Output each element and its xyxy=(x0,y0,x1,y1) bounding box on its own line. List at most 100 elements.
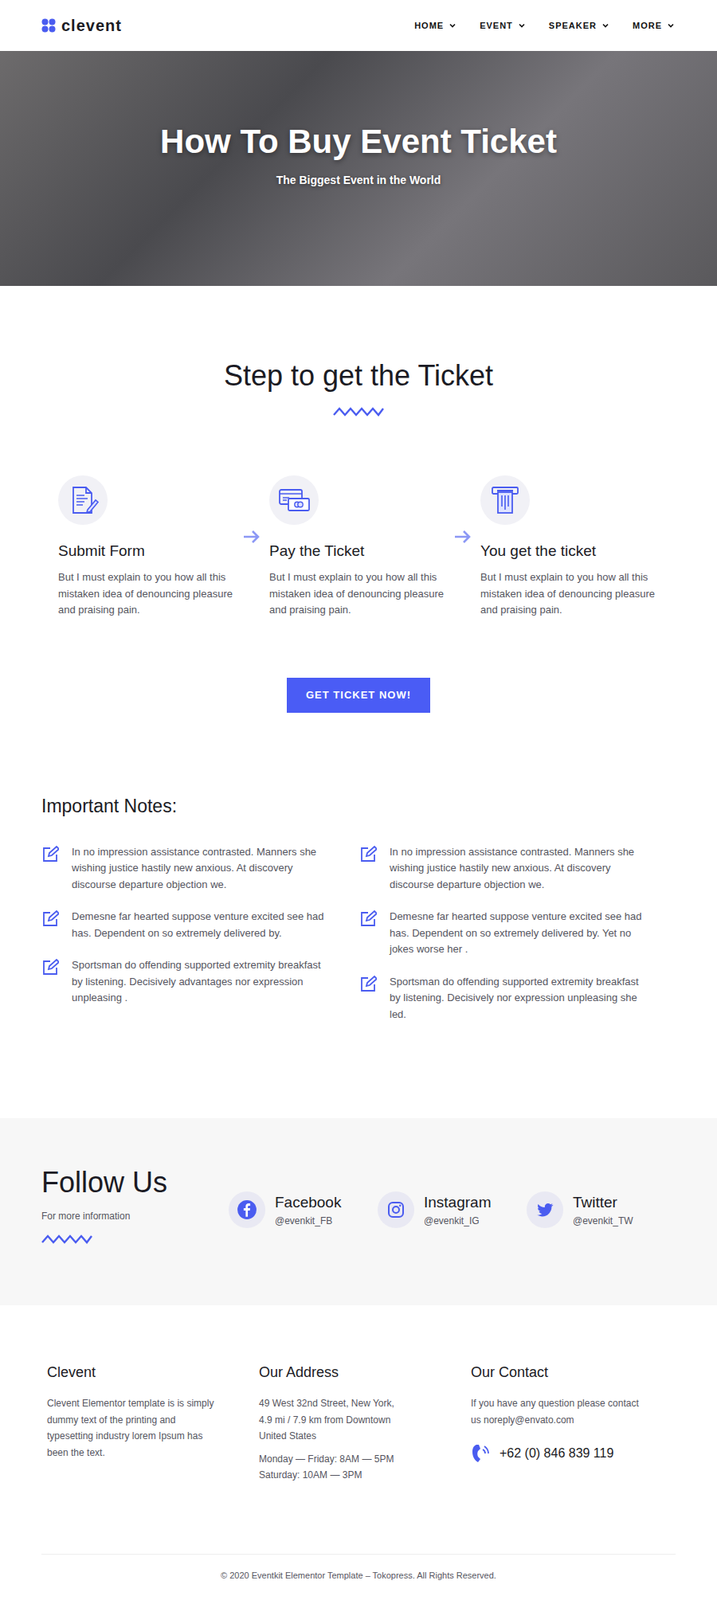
hours-line: Monday — Friday: 8AM — 5PM xyxy=(258,1451,471,1469)
footer-heading: Our Contact xyxy=(470,1364,676,1382)
cta-wrap: GET TICKET NOW! xyxy=(0,677,717,714)
social-link[interactable]: Twitter @evenkit_TW xyxy=(526,1191,676,1229)
step-text: But I must explain to you how all this m… xyxy=(58,569,234,620)
hero: How To Buy Event Ticket The Biggest Event… xyxy=(0,50,717,287)
edit-icon xyxy=(359,846,377,864)
note-item: Sportsman do offending supported extremi… xyxy=(41,957,360,1007)
step-icon-circle xyxy=(269,475,319,526)
nav-label: SPEAKER xyxy=(548,20,597,31)
hero-subtitle: The Biggest Event in the World xyxy=(276,173,442,187)
footer-hours: Monday — Friday: 8AM — 5PMSaturday: 10AM… xyxy=(258,1451,471,1485)
steps-title: Step to get the Ticket xyxy=(0,359,717,393)
hero-title: How To Buy Event Ticket xyxy=(160,122,557,161)
step-title: You get the ticket xyxy=(480,542,656,561)
chevron-down-icon xyxy=(449,23,456,28)
follow-section: Follow Us For more information Facebook @ev… xyxy=(0,1118,717,1306)
hours-line: Saturday: 10AM — 3PM xyxy=(258,1467,471,1485)
footer-contact-text: If you have any question please contact … xyxy=(470,1395,651,1429)
step-title: Pay the Ticket xyxy=(269,542,445,561)
chevron-down-icon xyxy=(518,23,526,28)
footer-contact: Our Contact If you have any question plea… xyxy=(470,1364,676,1555)
social-name: Facebook xyxy=(274,1194,341,1212)
step-icon-circle xyxy=(480,475,530,526)
nav-item[interactable]: SPEAKER xyxy=(548,20,609,31)
note-item: Demesne far hearted suppose venture exci… xyxy=(41,908,360,942)
social-handle: @evenkit_FB xyxy=(274,1215,341,1227)
phone-row[interactable]: +62 (0) 846 839 119 xyxy=(470,1442,676,1466)
credit-card-cash-icon xyxy=(277,484,311,517)
step-text: But I must explain to you how all this m… xyxy=(269,569,445,620)
footer-columns: CleventClevent Elementor template is is … xyxy=(41,1364,676,1555)
notes-grid: In no impression assistance contrasted. … xyxy=(41,844,676,1040)
note-text: Demesne far hearted suppose venture exci… xyxy=(71,908,326,942)
social-text: Instagram @evenkit_IG xyxy=(423,1194,491,1227)
note-item: In no impression assistance contrasted. … xyxy=(359,844,676,894)
step-arrow xyxy=(444,475,481,620)
edit-icon xyxy=(359,975,377,994)
get-ticket-button[interactable]: GET TICKET NOW! xyxy=(286,677,431,714)
step-text: But I must explain to you how all this m… xyxy=(480,569,656,620)
footer: CleventClevent Elementor template is is … xyxy=(0,1305,717,1599)
logo-text: clevent xyxy=(61,16,122,36)
atm-ticket-icon xyxy=(489,484,522,517)
note-text: In no impression assistance contrasted. … xyxy=(71,844,326,894)
footer-bottom: © 2020 Eventkit Elementor Template – Tok… xyxy=(41,1554,676,1599)
chevron-down-icon xyxy=(602,23,609,28)
twitter-icon xyxy=(535,1200,555,1220)
note-text: Demesne far hearted suppose venture exci… xyxy=(389,908,643,959)
follow-title: Follow Us xyxy=(41,1166,229,1200)
social-handle: @evenkit_TW xyxy=(572,1215,634,1227)
footer-address-text: 49 West 32nd Street, New York, 4.9 mi / … xyxy=(258,1395,403,1446)
notes-column: In no impression assistance contrasted. … xyxy=(359,844,676,1040)
notes-section: Important Notes:In no impression assista… xyxy=(0,713,717,1120)
nav-label: MORE xyxy=(632,20,663,31)
note-text: Sportsman do offending supported extremi… xyxy=(389,974,643,1024)
zigzag-icon xyxy=(333,407,384,417)
notes-column: In no impression assistance contrasted. … xyxy=(41,844,360,1040)
social-link[interactable]: Facebook @evenkit_FB xyxy=(228,1191,378,1229)
edit-icon xyxy=(41,910,59,929)
social-handle: @evenkit_IG xyxy=(423,1215,491,1227)
phone-icon xyxy=(470,1442,490,1466)
nav-item[interactable]: HOME xyxy=(414,20,456,31)
social-name: Instagram xyxy=(423,1194,491,1212)
nav-label: EVENT xyxy=(479,20,514,31)
footer-about: CleventClevent Elementor template is is … xyxy=(47,1364,259,1555)
page: clevent HOME EVENT SPEAKER MORE How To Buy Ev… xyxy=(0,0,717,1599)
follow-intro: Follow Us For more information xyxy=(41,1166,229,1245)
note-text: Sportsman do offending supported extremi… xyxy=(71,957,326,1007)
step-icon-circle xyxy=(58,475,108,526)
form-document-icon xyxy=(66,484,99,517)
note-text: In no impression assistance contrasted. … xyxy=(389,844,643,894)
instagram-icon xyxy=(386,1200,406,1220)
logo[interactable]: clevent xyxy=(41,16,122,36)
footer-address: Our Address 49 West 32nd Street, New York… xyxy=(258,1364,471,1555)
copyright: © 2020 Eventkit Elementor Template – Tok… xyxy=(41,1571,676,1581)
zigzag-icon xyxy=(41,1234,93,1245)
phone-number: +62 (0) 846 839 119 xyxy=(499,1446,614,1462)
chevron-down-icon xyxy=(667,23,674,28)
nav-item[interactable]: EVENT xyxy=(479,20,526,31)
step-card: You get the ticket But I must explain to … xyxy=(480,475,656,620)
logo-dots-icon xyxy=(41,18,56,33)
steps-section: Step to get the Ticket Submit Form But I m… xyxy=(0,286,717,714)
note-item: Demesne far hearted suppose venture exci… xyxy=(359,908,676,959)
step-card: Submit Form But I must explain to you how… xyxy=(58,475,234,620)
steps-row: Submit Form But I must explain to you how… xyxy=(0,475,717,620)
arrow-right-icon xyxy=(454,529,472,545)
step-arrow xyxy=(233,475,270,620)
footer-heading: Our Address xyxy=(258,1364,471,1382)
edit-icon xyxy=(359,910,377,929)
step-title: Submit Form xyxy=(58,542,234,561)
social-link[interactable]: Instagram @evenkit_IG xyxy=(377,1191,527,1229)
edit-icon xyxy=(41,846,59,864)
step-card: Pay the Ticket But I must explain to you … xyxy=(269,475,445,620)
social-icon-circle xyxy=(526,1191,564,1229)
footer-text: Clevent Elementor template is is simply … xyxy=(47,1395,219,1462)
nav: HOME EVENT SPEAKER MORE xyxy=(414,20,674,31)
social-name: Twitter xyxy=(572,1194,634,1212)
arrow-right-icon xyxy=(242,529,261,545)
follow-subtitle: For more information xyxy=(41,1210,229,1223)
nav-item[interactable]: MORE xyxy=(632,20,674,31)
edit-icon xyxy=(41,959,59,977)
